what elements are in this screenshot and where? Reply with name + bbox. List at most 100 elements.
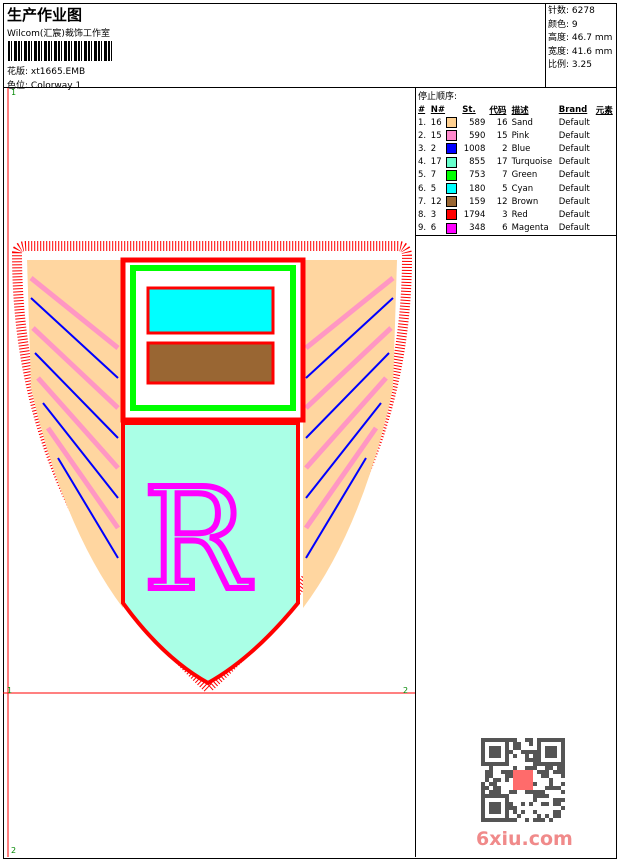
column-header: N# <box>430 104 446 115</box>
color-swatch <box>446 143 458 155</box>
watermark: 6xiu.com <box>476 828 573 850</box>
color-code: 15 <box>496 130 508 141</box>
column-header: # <box>418 104 426 115</box>
needle-number: 16 <box>430 117 442 128</box>
stop-index: 8. <box>418 209 427 220</box>
element <box>594 182 616 195</box>
element <box>594 222 616 236</box>
color-swatch <box>446 169 458 181</box>
brand: Default <box>558 170 590 181</box>
stop-sequence-table: # N# St. 代码 描述 Brand 元素 1. 16 589 16 Sand Default 2.… <box>416 103 616 236</box>
table-row: 2. 15 590 15 Pink Default <box>416 129 616 142</box>
embroidery-preview: R <box>3 88 415 857</box>
color-description: Blue <box>511 143 531 154</box>
brand: Default <box>558 223 590 234</box>
color-code: 12 <box>496 196 508 207</box>
design-file: 花版: xt1665.EMB <box>7 64 85 77</box>
column-header: 元素 <box>595 105 613 116</box>
color-swatch <box>446 130 458 142</box>
stat-label: 颜色: <box>548 19 570 30</box>
stop-index: 4. <box>418 157 427 168</box>
stitch-count: 855 <box>469 157 486 168</box>
stop-sequence-panel: 停止顺序: # N# St. 代码 描述 Brand 元素 1. 16 589 16 Sand Def… <box>416 88 616 236</box>
page-title: 生产作业图 <box>7 6 83 24</box>
barcode <box>8 41 113 61</box>
color-code: 17 <box>496 157 508 168</box>
end-mark: 2 <box>11 846 17 855</box>
color-code: 3 <box>502 209 508 220</box>
table-row: 3. 2 1008 2 Blue Default <box>416 142 616 155</box>
element <box>594 129 616 142</box>
color-description: Pink <box>511 130 530 141</box>
brand: Default <box>558 196 590 207</box>
brand: Default <box>558 209 590 220</box>
origin-mark: 1 <box>7 686 13 695</box>
stitch-count: 180 <box>469 183 486 194</box>
stitch-count: 1008 <box>463 143 486 154</box>
color-swatch <box>446 183 458 195</box>
stop-index: 5. <box>418 170 427 181</box>
stitch-count: 590 <box>469 130 486 141</box>
color-code: 7 <box>502 170 508 181</box>
needle-number: 17 <box>430 157 442 168</box>
color-code: 6 <box>502 223 508 234</box>
color-swatch <box>446 222 458 234</box>
needle-number: 7 <box>430 170 437 181</box>
color-swatch <box>446 209 458 221</box>
color-code: 5 <box>502 183 508 194</box>
table-row: 9. 6 348 6 Magenta Default <box>416 222 616 236</box>
brand: Default <box>558 117 590 128</box>
svg-text:R: R <box>143 459 252 622</box>
color-swatch <box>446 156 458 168</box>
stat-row: 针数: 6278 <box>546 3 616 17</box>
table-row: 5. 7 753 7 Green Default <box>416 169 616 182</box>
stat-value: 6278 <box>571 6 595 16</box>
column-header: 描述 <box>511 105 529 116</box>
stat-label: 高度: <box>548 33 570 43</box>
table-row: 8. 3 1794 3 Red Default <box>416 208 616 221</box>
column-header: St. <box>462 104 476 115</box>
table-row: 6. 5 180 5 Cyan Default <box>416 182 616 195</box>
needle-number: 12 <box>430 196 442 207</box>
stat-label: 针数: <box>548 6 570 16</box>
header: 生产作业图 Wilcom(汇宸)裁饰工作室 花版: xt1665.EMB 色位:… <box>3 3 545 91</box>
element <box>594 116 616 129</box>
stat-label: 比例: <box>548 60 570 70</box>
table-row: 1. 16 589 16 Sand Default <box>416 116 616 129</box>
element <box>594 208 616 221</box>
design-canvas: R 1 1 2 2 <box>3 88 416 857</box>
color-description: Cyan <box>511 183 534 194</box>
needle-number: 2 <box>430 143 437 154</box>
brand: Default <box>558 130 590 141</box>
element <box>594 195 616 208</box>
color-code: 16 <box>496 117 508 128</box>
stat-label: 宽度: <box>548 46 570 57</box>
design-label: 花版: <box>7 67 29 77</box>
stop-sequence-title: 停止顺序: <box>418 92 458 102</box>
design-value: xt1665.EMB <box>30 67 86 77</box>
stop-index: 2. <box>418 130 427 141</box>
end-mark: 2 <box>403 686 409 695</box>
stats-panel: 针数: 6278 颜色: 9 高度: 46.7 mm 宽度: 41.6 mm 比例: 3… <box>545 3 616 88</box>
needle-number: 5 <box>430 183 437 194</box>
company-name: Wilcom(汇宸)裁饰工作室 <box>7 29 110 39</box>
seal-icon <box>513 770 533 790</box>
brand: Default <box>558 143 590 154</box>
stitch-count: 1794 <box>463 209 486 220</box>
stitch-count: 589 <box>469 117 486 128</box>
color-description: Green <box>511 170 538 181</box>
stop-index: 9. <box>418 223 427 234</box>
needle-number: 15 <box>430 130 442 141</box>
stitch-count: 753 <box>469 170 486 181</box>
stat-row: 颜色: 9 <box>546 17 616 31</box>
stat-row: 宽度: 41.6 mm <box>546 44 616 58</box>
table-row: 7. 12 159 12 Brown Default <box>416 195 616 208</box>
stat-value: 41.6 mm <box>571 46 613 57</box>
stat-value: 3.25 <box>571 60 592 70</box>
stop-index: 7. <box>418 196 427 207</box>
color-swatch <box>446 196 458 208</box>
stitch-count: 348 <box>469 223 486 234</box>
color-swatch <box>446 117 458 129</box>
color-description: Brown <box>511 196 539 207</box>
stop-index: 1. <box>418 117 427 128</box>
